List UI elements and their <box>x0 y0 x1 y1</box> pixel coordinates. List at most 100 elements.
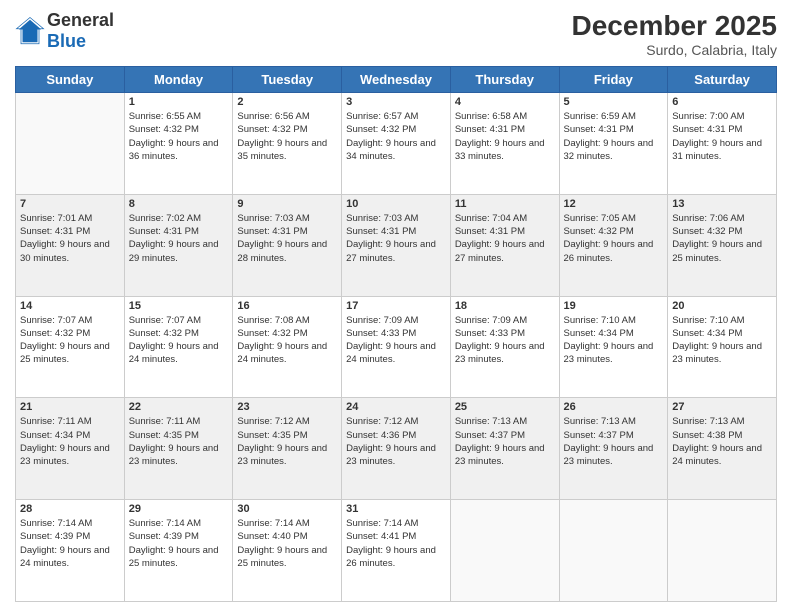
day-number: 9 <box>237 198 337 210</box>
day-info: Sunrise: 6:55 AMSunset: 4:32 PMDaylight:… <box>129 110 229 163</box>
table-row: 7Sunrise: 7:01 AMSunset: 4:31 PMDaylight… <box>16 194 125 296</box>
col-wednesday: Wednesday <box>342 67 451 93</box>
day-info: Sunrise: 7:10 AMSunset: 4:34 PMDaylight:… <box>564 314 664 367</box>
day-number: 12 <box>564 198 664 210</box>
table-row: 17 Sunrise: 7:09 AMSunset: 4:33 PMDayligh… <box>342 296 451 398</box>
day-number: 17 <box>346 300 446 312</box>
table-row: 13 Sunrise: 7:06 AMSunset: 4:32 PMDayligh… <box>668 194 777 296</box>
day-number: 14 <box>20 300 120 312</box>
table-row: 28 Sunrise: 7:14 AMSunset: 4:39 PMDayligh… <box>16 500 125 602</box>
calendar-table: Sunday Monday Tuesday Wednesday Thursday… <box>15 66 777 602</box>
day-number: 30 <box>237 503 337 515</box>
day-number: 5 <box>564 96 664 108</box>
day-number: 20 <box>672 300 772 312</box>
calendar-week-row: 28 Sunrise: 7:14 AMSunset: 4:39 PMDayligh… <box>16 500 777 602</box>
table-row: 11 Sunrise: 7:04 AMSunset: 4:31 PMDayligh… <box>450 194 559 296</box>
day-info: Sunrise: 7:13 AMSunset: 4:38 PMDaylight:… <box>672 415 772 468</box>
calendar-week-row: 1 Sunrise: 6:55 AMSunset: 4:32 PMDaylight… <box>16 93 777 195</box>
day-info: Sunrise: 7:07 AMSunset: 4:32 PMDaylight:… <box>20 314 120 367</box>
day-info: Sunrise: 7:09 AMSunset: 4:33 PMDaylight:… <box>346 314 446 367</box>
day-info: Sunrise: 7:03 AMSunset: 4:31 PMDaylight:… <box>346 212 446 265</box>
logo-icon <box>15 16 45 46</box>
day-number: 13 <box>672 198 772 210</box>
logo-blue-text: Blue <box>47 31 86 51</box>
col-saturday: Saturday <box>668 67 777 93</box>
day-info: Sunrise: 7:03 AMSunset: 4:31 PMDaylight:… <box>237 212 337 265</box>
day-info: Sunrise: 7:14 AMSunset: 4:41 PMDaylight:… <box>346 517 446 570</box>
table-row: 15Sunrise: 7:07 AMSunset: 4:32 PMDayligh… <box>124 296 233 398</box>
day-info: Sunrise: 7:10 AMSunset: 4:34 PMDaylight:… <box>672 314 772 367</box>
month-title: December 2025 <box>572 10 777 42</box>
col-tuesday: Tuesday <box>233 67 342 93</box>
day-info: Sunrise: 7:14 AMSunset: 4:39 PMDaylight:… <box>20 517 120 570</box>
calendar-week-row: 14 Sunrise: 7:07 AMSunset: 4:32 PMDayligh… <box>16 296 777 398</box>
day-info: Sunrise: 7:01 AMSunset: 4:31 PMDaylight:… <box>20 212 120 265</box>
table-row <box>668 500 777 602</box>
table-row: 30 Sunrise: 7:14 AMSunset: 4:40 PMDayligh… <box>233 500 342 602</box>
table-row: 24Sunrise: 7:12 AMSunset: 4:36 PMDayligh… <box>342 398 451 500</box>
col-thursday: Thursday <box>450 67 559 93</box>
day-number: 23 <box>237 401 337 413</box>
day-number: 16 <box>237 300 337 312</box>
day-number: 27 <box>672 401 772 413</box>
day-number: 31 <box>346 503 446 515</box>
table-row: 12 Sunrise: 7:05 AMSunset: 4:32 PMDayligh… <box>559 194 668 296</box>
table-row: 31 Sunrise: 7:14 AMSunset: 4:41 PMDayligh… <box>342 500 451 602</box>
day-number: 25 <box>455 401 555 413</box>
day-info: Sunrise: 7:11 AMSunset: 4:34 PMDaylight:… <box>20 415 120 468</box>
col-monday: Monday <box>124 67 233 93</box>
table-row: 5 Sunrise: 6:59 AMSunset: 4:31 PMDaylight… <box>559 93 668 195</box>
day-info: Sunrise: 7:11 AMSunset: 4:35 PMDaylight:… <box>129 415 229 468</box>
day-number: 29 <box>129 503 229 515</box>
day-number: 28 <box>20 503 120 515</box>
day-info: Sunrise: 6:59 AMSunset: 4:31 PMDaylight:… <box>564 110 664 163</box>
day-number: 19 <box>564 300 664 312</box>
day-number: 3 <box>346 96 446 108</box>
day-info: Sunrise: 7:08 AMSunset: 4:32 PMDaylight:… <box>237 314 337 367</box>
day-info: Sunrise: 6:56 AMSunset: 4:32 PMDaylight:… <box>237 110 337 163</box>
col-friday: Friday <box>559 67 668 93</box>
day-info: Sunrise: 7:05 AMSunset: 4:32 PMDaylight:… <box>564 212 664 265</box>
table-row: 2 Sunrise: 6:56 AMSunset: 4:32 PMDaylight… <box>233 93 342 195</box>
day-info: Sunrise: 7:13 AMSunset: 4:37 PMDaylight:… <box>564 415 664 468</box>
table-row: 8 Sunrise: 7:02 AMSunset: 4:31 PMDaylight… <box>124 194 233 296</box>
day-info: Sunrise: 7:02 AMSunset: 4:31 PMDaylight:… <box>129 212 229 265</box>
table-row: 27 Sunrise: 7:13 AMSunset: 4:38 PMDayligh… <box>668 398 777 500</box>
day-number: 10 <box>346 198 446 210</box>
day-number: 2 <box>237 96 337 108</box>
day-info: Sunrise: 7:13 AMSunset: 4:37 PMDaylight:… <box>455 415 555 468</box>
table-row: 23Sunrise: 7:12 AMSunset: 4:35 PMDayligh… <box>233 398 342 500</box>
table-row: 19 Sunrise: 7:10 AMSunset: 4:34 PMDayligh… <box>559 296 668 398</box>
table-row: 18Sunrise: 7:09 AMSunset: 4:33 PMDayligh… <box>450 296 559 398</box>
day-info: Sunrise: 7:09 AMSunset: 4:33 PMDaylight:… <box>455 314 555 367</box>
day-number: 4 <box>455 96 555 108</box>
table-row: 10 Sunrise: 7:03 AMSunset: 4:31 PMDayligh… <box>342 194 451 296</box>
logo-general-text: General <box>47 10 114 30</box>
calendar-week-row: 7Sunrise: 7:01 AMSunset: 4:31 PMDaylight… <box>16 194 777 296</box>
col-sunday: Sunday <box>16 67 125 93</box>
day-info: Sunrise: 7:14 AMSunset: 4:39 PMDaylight:… <box>129 517 229 570</box>
header: General Blue December 2025 Surdo, Calabr… <box>15 10 777 58</box>
day-number: 26 <box>564 401 664 413</box>
day-info: Sunrise: 7:06 AMSunset: 4:32 PMDaylight:… <box>672 212 772 265</box>
title-block: December 2025 Surdo, Calabria, Italy <box>572 10 777 58</box>
table-row: 25 Sunrise: 7:13 AMSunset: 4:37 PMDayligh… <box>450 398 559 500</box>
day-number: 1 <box>129 96 229 108</box>
day-number: 8 <box>129 198 229 210</box>
day-info: Sunrise: 7:04 AMSunset: 4:31 PMDaylight:… <box>455 212 555 265</box>
table-row: 14 Sunrise: 7:07 AMSunset: 4:32 PMDayligh… <box>16 296 125 398</box>
subtitle: Surdo, Calabria, Italy <box>572 42 777 58</box>
day-number: 21 <box>20 401 120 413</box>
day-info: Sunrise: 7:14 AMSunset: 4:40 PMDaylight:… <box>237 517 337 570</box>
table-row <box>450 500 559 602</box>
day-number: 11 <box>455 198 555 210</box>
table-row: 4 Sunrise: 6:58 AMSunset: 4:31 PMDaylight… <box>450 93 559 195</box>
table-row: 22 Sunrise: 7:11 AMSunset: 4:35 PMDayligh… <box>124 398 233 500</box>
page: General Blue December 2025 Surdo, Calabr… <box>0 0 792 612</box>
day-info: Sunrise: 6:58 AMSunset: 4:31 PMDaylight:… <box>455 110 555 163</box>
table-row: 20 Sunrise: 7:10 AMSunset: 4:34 PMDayligh… <box>668 296 777 398</box>
table-row: 3Sunrise: 6:57 AMSunset: 4:32 PMDaylight… <box>342 93 451 195</box>
table-row: 1 Sunrise: 6:55 AMSunset: 4:32 PMDaylight… <box>124 93 233 195</box>
table-row: 16 Sunrise: 7:08 AMSunset: 4:32 PMDayligh… <box>233 296 342 398</box>
day-number: 22 <box>129 401 229 413</box>
